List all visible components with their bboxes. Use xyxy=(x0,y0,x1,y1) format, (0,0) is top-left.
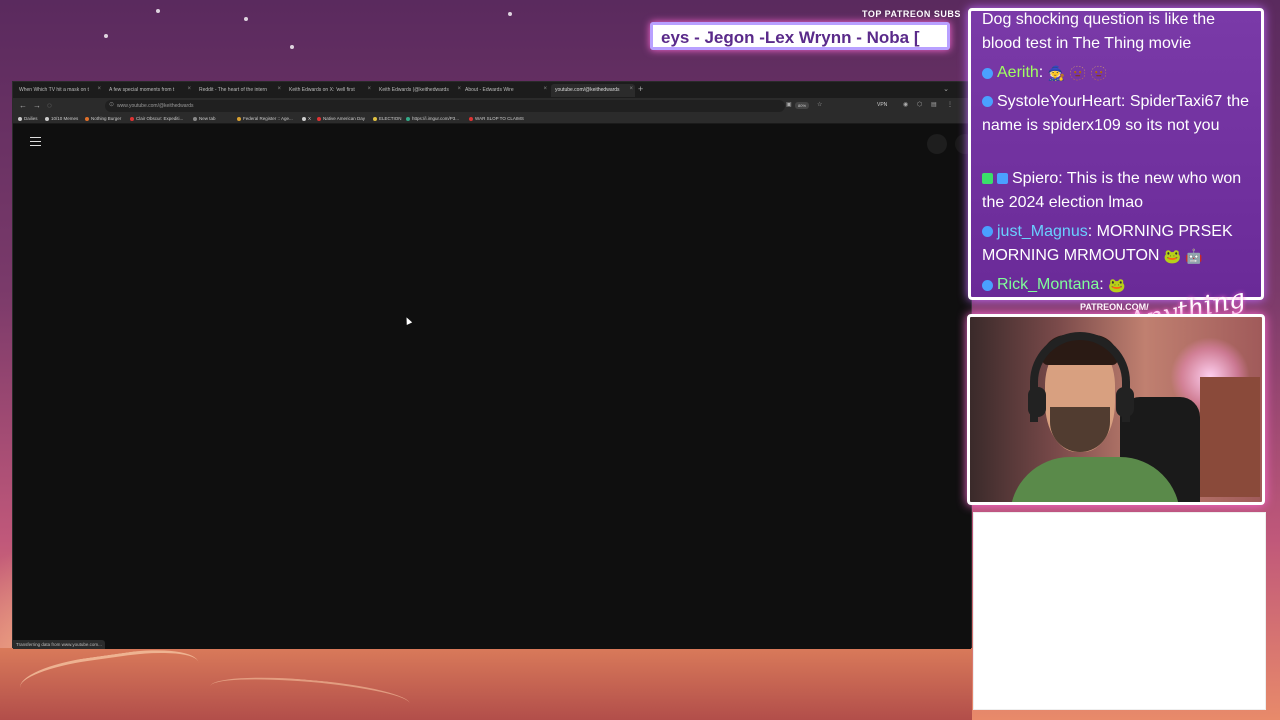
menu-icon[interactable]: ⋮ xyxy=(947,101,953,108)
close-icon[interactable]: × xyxy=(543,86,547,92)
badge-icon xyxy=(982,173,993,185)
chat-username[interactable]: SystoleYourHeart xyxy=(997,93,1121,110)
badge-icon xyxy=(982,279,993,291)
chat-text: Dog shocking question is like the blood … xyxy=(982,11,1216,52)
bookmark-item[interactable]: New tab xyxy=(193,116,216,121)
chat-message: Spiero: This is the new who won the 2024… xyxy=(982,170,1242,211)
close-icon[interactable]: × xyxy=(97,86,101,92)
tab-label: youtube.com/@keithedwards xyxy=(555,87,620,93)
close-icon[interactable]: × xyxy=(367,86,371,92)
browser-tab[interactable]: When Which TV hit a mask on t × xyxy=(15,84,103,97)
blank-overlay-panel xyxy=(973,512,1266,710)
youtube-page: Transferring data from www.youtube.com..… xyxy=(13,124,975,649)
background-star xyxy=(156,9,160,13)
emote-icon: 🐸 🤖 xyxy=(1163,248,1203,264)
bookmark-item[interactable]: Nothing Burger xyxy=(85,116,121,121)
avatar[interactable] xyxy=(927,134,947,154)
close-icon[interactable]: × xyxy=(629,86,633,92)
chat-username[interactable]: just_Magnus xyxy=(997,223,1088,240)
tab-label: Keith Edwards (@keithedwards xyxy=(379,87,449,93)
patreon-ticker: eys - Jegon -Lex Wrynn - Noba [ xyxy=(650,22,950,50)
bookmarks-bar: Dailies 10/10 Memes Nothing Burger Clair… xyxy=(13,114,971,124)
extension-icon[interactable]: ⬡ xyxy=(917,101,922,108)
background-star xyxy=(508,12,512,16)
chat-message: SystoleYourHeart: SpiderTaxi67 the name … xyxy=(982,93,1249,134)
browser-tab[interactable]: Keith Edwards (@keithedwards × xyxy=(375,84,463,97)
browser-window: When Which TV hit a mask on t × A few sp… xyxy=(12,81,975,649)
lock-icon[interactable]: ⊙ xyxy=(109,101,114,108)
background-star xyxy=(104,34,108,38)
extension-icon[interactable]: ◉ xyxy=(903,101,908,108)
bookmark-item[interactable]: Native American Day xyxy=(317,116,365,121)
browser-tab[interactable]: Reddit - The heart of the intern × xyxy=(195,84,283,97)
bookmark-item[interactable]: ELECTION xyxy=(373,116,402,121)
badge-icon xyxy=(982,96,993,108)
loading-icon[interactable]: ◌ xyxy=(47,101,52,110)
browser-tab-active[interactable]: youtube.com/@keithedwards × xyxy=(551,84,635,97)
hamburger-menu-icon[interactable] xyxy=(30,137,41,146)
star-icon[interactable]: ☆ xyxy=(817,101,822,108)
chat-message: Aerith: 🧙 🫥 🫥 xyxy=(982,61,1258,85)
url-text: www.youtube.com/@keithedwards xyxy=(117,103,194,109)
close-icon[interactable]: × xyxy=(277,86,281,92)
chat-message: just_Magnus: MORNING PRSEK MORNING MRMOU… xyxy=(982,220,1258,268)
emote-icon: 🐸 xyxy=(1108,277,1126,293)
tab-label: When Which TV hit a mask on t xyxy=(19,87,89,93)
background-star xyxy=(244,17,248,21)
chat-username[interactable]: Aerith xyxy=(997,64,1039,81)
url-field[interactable]: ⊙ www.youtube.com/@keithedwards xyxy=(105,100,785,112)
forward-icon[interactable]: → xyxy=(33,101,41,110)
tab-label: Reddit - The heart of the intern xyxy=(199,87,268,93)
screenshot-icon[interactable]: ▣ xyxy=(786,101,792,108)
shelf xyxy=(1200,377,1260,497)
tab-label: A few special moments from t xyxy=(109,87,175,93)
tab-bar: When Which TV hit a mask on t × A few sp… xyxy=(13,82,971,98)
ticker-text: eys - Jegon -Lex Wrynn - Noba [ xyxy=(661,28,920,47)
badge-icon xyxy=(997,173,1008,185)
mouse-cursor-icon xyxy=(403,316,413,325)
bookmark-item[interactable]: Federal Register :: Age... xyxy=(237,116,293,121)
chat-panel: Dog shocking question is like the blood … xyxy=(968,8,1264,300)
zoom-badge[interactable]: 80% xyxy=(795,102,810,109)
headphone-cup xyxy=(1116,387,1134,417)
new-tab-button[interactable]: + xyxy=(638,84,643,94)
back-icon[interactable]: ← xyxy=(19,101,27,110)
chat-username[interactable]: Rick_Montana xyxy=(997,276,1099,293)
status-bar: Transferring data from www.youtube.com..… xyxy=(13,640,105,649)
badge-icon xyxy=(982,226,993,238)
browser-tab[interactable]: About - Edwards Wire × xyxy=(461,84,549,97)
bookmark-item[interactable]: Clair Obscur: Expediti... xyxy=(130,116,183,121)
headphone-cup xyxy=(1028,387,1046,417)
badge-icon xyxy=(982,67,993,79)
patreon-subs-title: TOP PATREON SUBS xyxy=(862,9,961,19)
chevron-down-icon[interactable]: ⌄ xyxy=(943,85,949,93)
vpn-badge[interactable]: VPN xyxy=(877,102,887,108)
browser-tab[interactable]: A few special moments from t × xyxy=(105,84,193,97)
webcam-feed xyxy=(967,314,1265,505)
tab-label: About - Edwards Wire xyxy=(465,87,514,93)
emote-icon: 🧙 🫥 🫥 xyxy=(1047,65,1108,81)
extension-icon[interactable]: ▤ xyxy=(931,101,937,108)
browser-tab[interactable]: Keith Edwards on X: 'well first × xyxy=(285,84,373,97)
close-icon[interactable]: × xyxy=(187,86,191,92)
address-bar: ← → ◌ ⊙ www.youtube.com/@keithedwards ▣ … xyxy=(13,98,971,114)
bookmark-item[interactable]: 10/10 Memes xyxy=(45,116,78,121)
chat-message: Dog shocking question is like the blood … xyxy=(982,11,1258,56)
bookmark-item[interactable]: Dailies xyxy=(18,116,38,121)
background-star xyxy=(290,45,294,49)
bookmark-item[interactable]: X xyxy=(302,116,311,121)
bookmark-item[interactable]: WAR SLOP TO CLAIMS xyxy=(469,116,524,121)
tab-label: Keith Edwards on X: 'well first xyxy=(289,87,355,93)
bookmark-item[interactable]: https://i.imgur.com/P3... xyxy=(406,116,459,121)
chat-username[interactable]: Spiero xyxy=(1012,170,1058,187)
